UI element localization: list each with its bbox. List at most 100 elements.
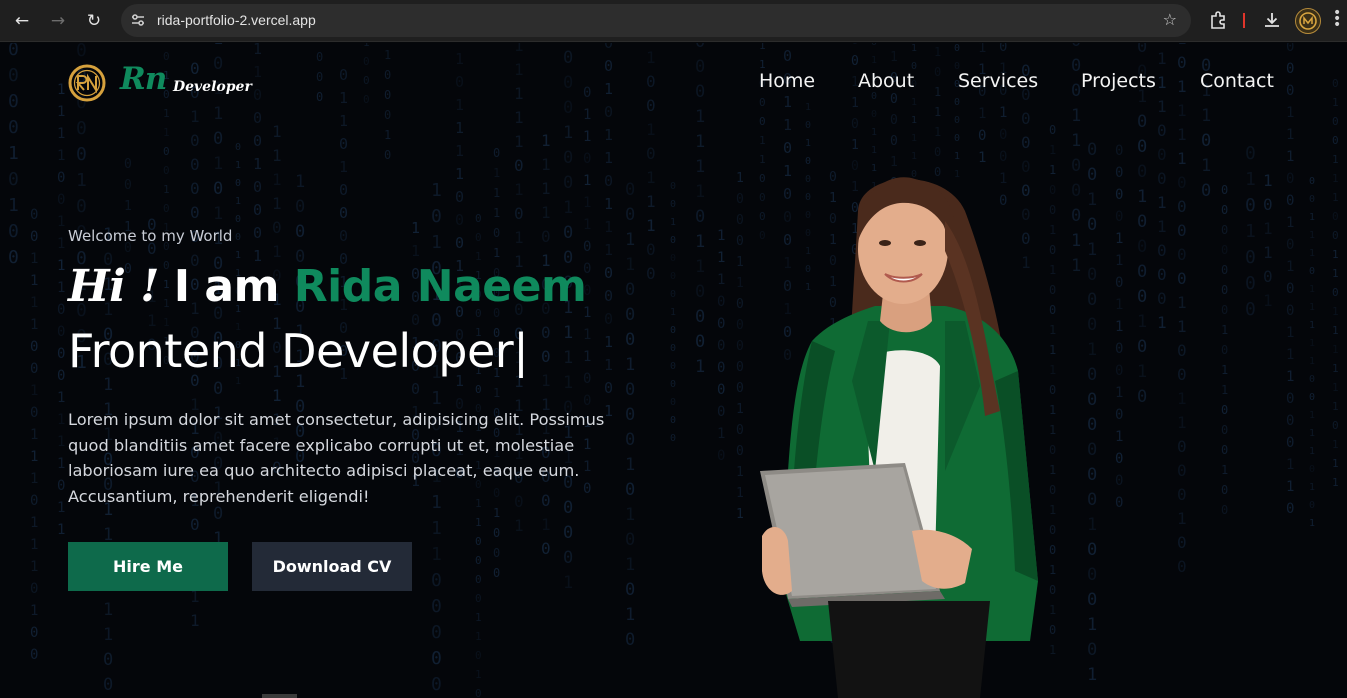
matrix-digit: 1 — [30, 427, 38, 443]
matrix-digit: 0 — [670, 343, 676, 354]
matrix-digit: 1 — [411, 242, 420, 260]
matrix-digit: 0 — [124, 157, 132, 172]
matrix-digit: 0 — [625, 205, 635, 225]
matrix-digit: 0 — [411, 380, 420, 398]
matrix-digit: 1 — [978, 43, 986, 56]
matrix-digit: 0 — [604, 43, 613, 52]
nav-about[interactable]: About — [858, 70, 914, 92]
matrix-digit: 1 — [563, 198, 573, 218]
brand-name[interactable]: Rn — [120, 61, 167, 97]
nav-home[interactable]: Home — [759, 70, 815, 92]
address-bar[interactable]: rida-portfolio-2.vercel.app ☆ — [121, 4, 1191, 37]
matrix-digit: 0 — [1221, 403, 1228, 417]
matrix-digit: 0 — [759, 96, 766, 109]
matrix-digit: 0 — [695, 57, 705, 77]
matrix-digit: 1 — [1286, 215, 1294, 231]
matrix-digit: 1 — [646, 168, 656, 187]
matrix-digit: 1 — [384, 128, 391, 142]
matrix-digit: 0 — [1087, 315, 1097, 335]
download-cv-button[interactable]: Download CV — [252, 542, 412, 591]
matrix-digit: 0 — [1177, 485, 1187, 504]
matrix-digit: 1 — [604, 218, 613, 236]
matrix-digit: 0 — [1221, 343, 1228, 357]
extensions-icon[interactable] — [1208, 10, 1228, 30]
logo-icon[interactable] — [67, 63, 107, 103]
matrix-digit: 1 — [1332, 191, 1339, 204]
matrix-digit: 1 — [1177, 43, 1187, 48]
matrix-digit: 1 — [1309, 302, 1315, 313]
matrix-digit: 1 — [646, 120, 656, 139]
matrix-digit: 1 — [1201, 156, 1211, 176]
hire-me-button[interactable]: Hire Me — [68, 542, 228, 591]
matrix-digit: 1 — [563, 348, 573, 368]
matrix-digit: 1 — [1177, 413, 1187, 432]
matrix-digit: 1 — [625, 255, 635, 275]
matrix-digit: 0 — [8, 169, 19, 190]
profile-icon[interactable] — [1295, 8, 1321, 34]
matrix-digit: 1 — [670, 217, 676, 228]
matrix-digit: 0 — [190, 203, 200, 222]
matrix-digit: 0 — [316, 50, 323, 64]
matrix-digit: 0 — [1071, 206, 1081, 226]
matrix-digit: 1 — [1087, 515, 1097, 535]
matrix-digit: 1 — [30, 295, 38, 311]
matrix-digit: 0 — [1286, 193, 1294, 209]
matrix-digit: 0 — [670, 235, 676, 246]
matrix-digit: 0 — [563, 148, 573, 168]
matrix-digit: 1 — [759, 153, 766, 166]
matrix-digit: 1 — [1286, 149, 1294, 165]
forward-arrow-icon[interactable]: → — [46, 9, 70, 33]
matrix-digit: 1 — [851, 96, 859, 111]
matrix-digit: 0 — [851, 43, 859, 48]
matrix-digit: 0 — [163, 145, 170, 158]
hero-name: Rida Naeem — [293, 261, 587, 312]
matrix-digit: 1 — [1309, 518, 1315, 529]
reload-icon[interactable]: ↻ — [82, 9, 106, 33]
matrix-digit: 1 — [57, 214, 65, 230]
matrix-digit: 1 — [1157, 97, 1167, 116]
hi-text: Hi ! — [68, 261, 159, 312]
matrix-digit: 1 — [1309, 212, 1315, 223]
matrix-digit: 0 — [190, 179, 200, 198]
matrix-digit: 0 — [1286, 237, 1294, 253]
matrix-digit: 0 — [625, 630, 635, 650]
matrix-digit: 1 — [272, 194, 282, 213]
url-text[interactable]: rida-portfolio-2.vercel.app — [157, 12, 316, 28]
matrix-digit: 1 — [493, 166, 500, 180]
matrix-digit: 0 — [717, 382, 725, 398]
back-arrow-icon[interactable]: ← — [10, 9, 34, 33]
matrix-digit: 1 — [475, 611, 482, 624]
star-icon[interactable]: ☆ — [1163, 10, 1177, 29]
matrix-digit: 0 — [563, 73, 573, 93]
matrix-digit: 0 — [583, 151, 591, 167]
matrix-digit: 0 — [934, 65, 941, 79]
matrix-digit: 1 — [1177, 317, 1187, 336]
matrix-digit: 0 — [1087, 465, 1097, 485]
nav-services[interactable]: Services — [958, 70, 1038, 92]
matrix-digit: 0 — [1309, 500, 1315, 511]
matrix-digit: 0 — [339, 66, 348, 84]
menu-kebab-icon[interactable]: • • • — [1333, 6, 1341, 32]
matrix-digit: 0 — [604, 264, 613, 282]
matrix-digit: 1 — [431, 180, 442, 201]
matrix-digit: 1 — [1071, 106, 1081, 126]
matrix-digit: 0 — [253, 178, 262, 196]
nav-contact[interactable]: Contact — [1200, 70, 1274, 92]
matrix-digit: 1 — [1221, 363, 1228, 377]
matrix-digit: 0 — [871, 43, 877, 48]
download-icon[interactable] — [1262, 10, 1282, 30]
matrix-digit: 1 — [563, 123, 573, 143]
matrix-digit: 0 — [1221, 263, 1228, 277]
nav-projects[interactable]: Projects — [1081, 70, 1156, 92]
horizontal-scrollbar[interactable] — [262, 694, 297, 698]
matrix-digit: 1 — [934, 45, 941, 59]
matrix-digit: 1 — [295, 172, 305, 192]
matrix-digit: 0 — [1087, 165, 1097, 185]
matrix-digit: 0 — [1071, 181, 1081, 201]
matrix-digit: 1 — [493, 386, 500, 400]
matrix-digit: 0 — [1332, 419, 1339, 432]
matrix-digit: 0 — [1137, 262, 1147, 282]
site-settings-icon[interactable] — [130, 12, 146, 28]
matrix-digit: 0 — [717, 448, 725, 464]
matrix-digit: 0 — [625, 280, 635, 300]
